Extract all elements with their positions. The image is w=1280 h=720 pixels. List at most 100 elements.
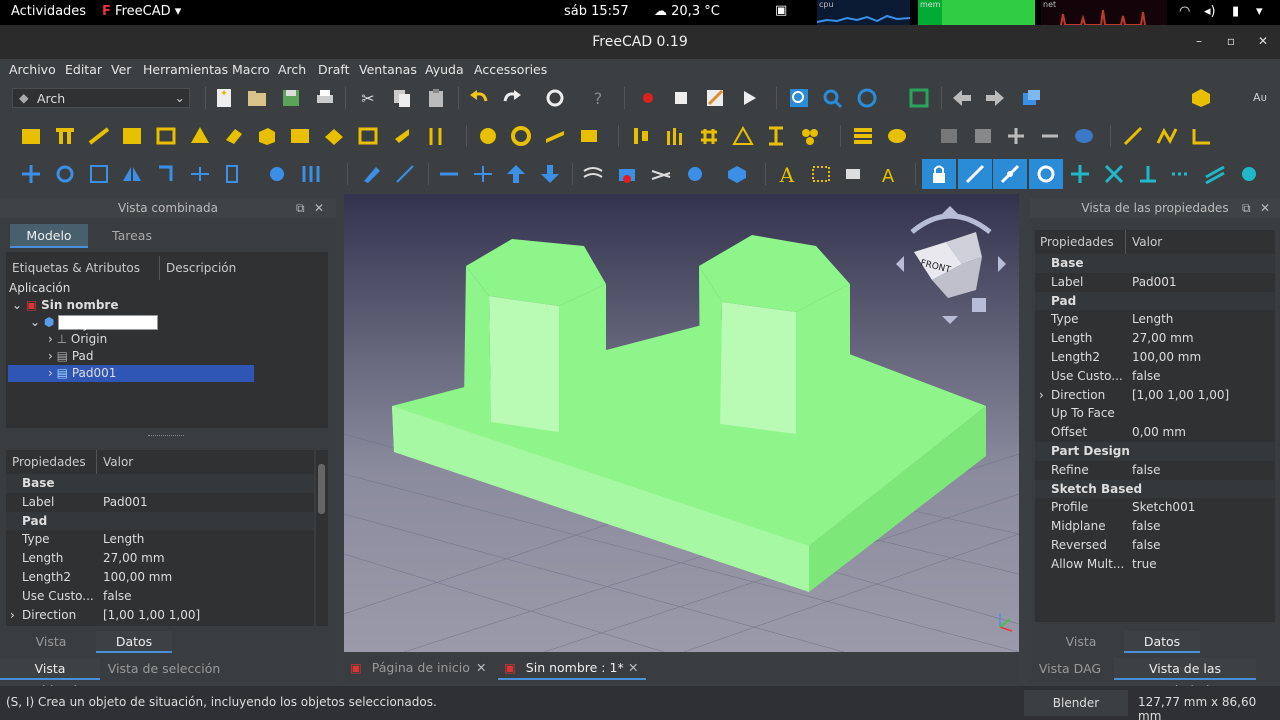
mirror-icon[interactable] xyxy=(121,163,143,185)
prop-header-propiedades[interactable]: Propiedades xyxy=(1035,230,1126,254)
minus-icon[interactable] xyxy=(1039,125,1061,147)
arch-add-icon[interactable] xyxy=(938,125,960,147)
net-graph[interactable]: net xyxy=(1041,0,1167,25)
snap-angle-icon[interactable] xyxy=(1069,163,1091,185)
arch-pipe-icon[interactable] xyxy=(630,125,652,147)
part-icon[interactable] xyxy=(1190,87,1212,109)
snap-intersection-icon[interactable] xyxy=(1103,163,1125,185)
tree-item-pad001[interactable]: › ▤ Pad001 xyxy=(8,365,254,382)
property-value[interactable]: 27,00 mm xyxy=(103,549,165,568)
close-tab-icon[interactable]: ✕ xyxy=(476,656,486,680)
cut-icon[interactable]: ✂ xyxy=(357,87,379,109)
property-row[interactable]: Length2 100,00 mm xyxy=(1035,348,1275,367)
float-panel-icon[interactable]: ⧉ xyxy=(296,198,305,218)
property-row[interactable]: Label Pad001 xyxy=(6,493,314,512)
tab-modelo[interactable]: Modelo xyxy=(10,224,88,248)
property-row[interactable]: Length 27,00 mm xyxy=(1035,329,1275,348)
dock-tab-selection-view[interactable]: Vista de selección xyxy=(104,658,224,680)
macro-edit-icon[interactable] xyxy=(704,87,726,109)
macro-record-icon[interactable] xyxy=(637,87,659,109)
property-row[interactable]: Allow Mult... true xyxy=(1035,555,1275,574)
tab-vista[interactable]: Vista xyxy=(6,631,96,653)
property-row[interactable]: Midplane false xyxy=(1035,517,1275,536)
property-value[interactable]: 0,00 mm xyxy=(1132,423,1186,442)
arch-stairs-icon[interactable] xyxy=(391,125,413,147)
property-row[interactable]: Offset 0,00 mm xyxy=(1035,423,1275,442)
property-row[interactable]: Type Length xyxy=(1035,310,1275,329)
menu-ver[interactable]: Ver xyxy=(111,62,131,77)
arch-window-icon[interactable] xyxy=(289,125,311,147)
tab-vista[interactable]: Vista xyxy=(1036,631,1126,653)
wire-to-bspline-icon[interactable] xyxy=(582,163,604,185)
snap-perpendicular-icon[interactable] xyxy=(1137,163,1159,185)
arch-remove-icon[interactable] xyxy=(972,125,994,147)
property-row[interactable]: Refine false xyxy=(1035,461,1275,480)
property-value[interactable]: false xyxy=(1132,536,1161,555)
navigation-cube[interactable]: FRONT xyxy=(892,202,1012,327)
arch-grid-icon[interactable] xyxy=(698,125,720,147)
draft-to-sketch-icon[interactable] xyxy=(650,163,672,185)
mem-graph[interactable]: mem xyxy=(918,0,1035,25)
arch-cut-icon[interactable] xyxy=(765,125,787,147)
menu-ventanas[interactable]: Ventanas xyxy=(359,62,417,77)
menu-editar[interactable]: Editar xyxy=(65,62,102,77)
property-value[interactable]: Sketch001 xyxy=(1132,498,1195,517)
macro-run-icon[interactable] xyxy=(738,87,760,109)
arch-equipment-icon[interactable] xyxy=(477,125,499,147)
arch-floor-icon[interactable] xyxy=(121,125,143,147)
tree-item-pad[interactable]: › ▤ Pad xyxy=(48,348,93,365)
property-row[interactable]: Use Custo... false xyxy=(6,587,314,606)
label-icon[interactable] xyxy=(843,163,865,185)
arch-rebar-icon[interactable] xyxy=(88,125,110,147)
activities-button[interactable]: Actividades xyxy=(11,4,86,19)
expand-chevron-icon[interactable]: › xyxy=(10,606,15,625)
property-value[interactable]: [1,00 1,00 1,00] xyxy=(1132,386,1229,405)
paste-icon[interactable] xyxy=(425,87,447,109)
menu-ayuda[interactable]: Ayuda xyxy=(425,62,464,77)
menu-macro[interactable]: Macro xyxy=(232,62,270,77)
property-row[interactable]: › Direction [1,00 1,00 1,00] xyxy=(6,606,314,625)
minimize-button[interactable]: – xyxy=(1191,33,1207,49)
dock-tab-property-view[interactable]: Vista de las propiedades xyxy=(1114,658,1256,698)
tab-datos[interactable]: Datos xyxy=(96,631,172,653)
save-icon[interactable] xyxy=(280,87,302,109)
arch-structure-icon[interactable] xyxy=(54,125,76,147)
maximize-button[interactable]: ▫ xyxy=(1223,33,1239,49)
arch-schedule-icon[interactable] xyxy=(799,125,821,147)
property-row[interactable]: Reversed false xyxy=(1035,536,1275,555)
arch-fence-icon[interactable] xyxy=(544,125,566,147)
cpu-graph[interactable]: cpu xyxy=(817,0,910,25)
draft-fillet-icon[interactable] xyxy=(1190,125,1212,147)
property-row[interactable]: Profile Sketch001 xyxy=(1035,498,1275,517)
arch-space-icon[interactable] xyxy=(256,125,278,147)
snap-lock-button[interactable] xyxy=(922,159,956,189)
tree-item-document[interactable]: ⌄ ▣ Sin nombre xyxy=(12,297,312,314)
tree-header-labels[interactable]: Etiquetas & Atributos xyxy=(6,256,160,280)
rename-field[interactable]: Body xyxy=(58,315,159,331)
screenshot-indicator-icon[interactable]: ▣ xyxy=(775,3,787,18)
subelement-highlight-icon[interactable] xyxy=(394,163,416,185)
3d-viewport[interactable]: FRONT xyxy=(344,194,1019,652)
volume-icon[interactable]: ◂) xyxy=(1204,4,1216,19)
system-menu-icon[interactable]: ▾ xyxy=(1256,4,1263,19)
tree-item-origin[interactable]: › ⊥ Origin xyxy=(48,331,107,348)
menu-accessories[interactable]: Accessories xyxy=(474,62,547,77)
close-panel-icon[interactable]: ✕ xyxy=(1260,198,1270,218)
property-value[interactable]: Pad001 xyxy=(103,493,148,512)
expand-chevron-icon[interactable]: › xyxy=(1039,386,1044,405)
menu-herramientas[interactable]: Herramientas xyxy=(143,62,228,77)
rotate-icon[interactable] xyxy=(54,163,76,185)
property-row[interactable]: Length2 100,00 mm xyxy=(6,568,314,587)
toolbar-overflow[interactable]: Aᴜ xyxy=(1253,91,1267,104)
snap-parallel-icon[interactable] xyxy=(1204,163,1226,185)
view-fit-all-icon[interactable] xyxy=(788,87,810,109)
undo-icon[interactable] xyxy=(468,87,490,109)
property-row[interactable]: Label Pad001 xyxy=(1035,273,1275,292)
whats-this-icon[interactable]: ? xyxy=(587,87,609,109)
move-icon[interactable] xyxy=(20,163,42,185)
snap-center-button[interactable] xyxy=(1029,159,1063,189)
forward-icon[interactable] xyxy=(984,87,1006,109)
wifi-icon[interactable]: ◠ xyxy=(1179,4,1190,19)
clock[interactable]: sáb 15:57 xyxy=(564,4,629,19)
arch-multimaterial-icon[interactable] xyxy=(886,125,908,147)
